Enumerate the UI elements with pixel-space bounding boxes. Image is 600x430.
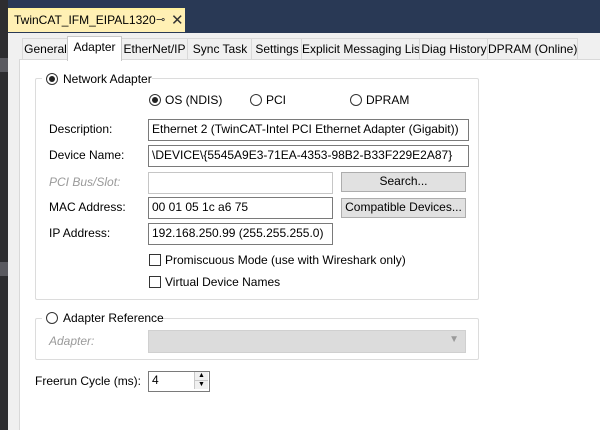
network-adapter-header: Network Adapter: [42, 71, 152, 87]
ide-strip-marker: [0, 58, 8, 72]
adapter-reference-header: Adapter Reference: [42, 310, 164, 326]
pin-icon[interactable]: ⊸: [156, 13, 165, 26]
stepper-buttons: ▲ ▼: [194, 372, 209, 389]
tab-ethernet-ip[interactable]: EtherNet/IP: [120, 38, 189, 60]
promiscuous-mode-label: Promiscuous Mode (use with Wireshark onl…: [165, 253, 406, 267]
compatible-devices-button[interactable]: Compatible Devices...: [341, 198, 466, 218]
network-adapter-label: Network Adapter: [63, 72, 152, 86]
pci-bus-slot-field[interactable]: [148, 172, 333, 194]
decrement-icon[interactable]: ▼: [195, 381, 208, 389]
device-name-label: Device Name:: [49, 148, 125, 162]
tab-general[interactable]: General: [22, 38, 69, 60]
virtual-device-names-checkbox[interactable]: [149, 276, 161, 288]
search-button[interactable]: Search...: [341, 172, 466, 192]
increment-icon[interactable]: ▲: [195, 372, 208, 381]
mac-address-field[interactable]: 00 01 05 1c a6 75: [148, 197, 333, 219]
ip-address-label: IP Address:: [49, 226, 111, 240]
adapter-label: Adapter:: [49, 334, 95, 348]
mode-pci-radio[interactable]: [250, 94, 262, 106]
adapter-reference-label: Adapter Reference: [63, 311, 164, 325]
adapter-select[interactable]: ▼: [148, 330, 466, 353]
description-field[interactable]: Ethernet 2 (TwinCAT-Intel PCI Ethernet A…: [148, 119, 469, 141]
ip-address-field[interactable]: 192.168.250.99 (255.255.255.0): [148, 223, 333, 245]
mode-os-ndis-label: OS (NDIS): [165, 93, 223, 107]
mode-pci-label: PCI: [266, 93, 287, 107]
promiscuous-mode-checkbox[interactable]: [149, 254, 161, 266]
ide-strip-marker: [0, 262, 8, 276]
adapter-reference-radio[interactable]: [46, 312, 58, 324]
tab-sync-task[interactable]: Sync Task: [187, 38, 253, 60]
pci-bus-slot-label: PCI Bus/Slot:: [49, 175, 121, 189]
mode-dpram-radio[interactable]: [350, 94, 362, 106]
tab-explicit-messaging-list[interactable]: Explicit Messaging List: [301, 38, 423, 60]
freerun-cycle-stepper[interactable]: 4 ▲ ▼: [148, 371, 210, 392]
device-name-field[interactable]: \DEVICE\{5545A9E3-71EA-4353-98B2-B33F229…: [148, 145, 469, 167]
chevron-down-icon: ▼: [449, 334, 459, 345]
virtual-device-names-label: Virtual Device Names: [165, 275, 281, 289]
document-tab[interactable]: TwinCAT_IFM_EIPAL1320 ⊸ ✕: [8, 8, 185, 32]
document-tab-title: TwinCAT_IFM_EIPAL1320: [14, 13, 156, 27]
close-icon[interactable]: ✕: [171, 11, 184, 29]
ide-left-strip: [0, 0, 8, 430]
description-label: Description:: [49, 122, 113, 136]
tab-dpram-online[interactable]: DPRAM (Online): [487, 38, 578, 60]
tab-settings[interactable]: Settings: [251, 38, 303, 60]
freerun-cycle-value[interactable]: 4: [152, 373, 159, 387]
mac-address-label: MAC Address:: [49, 200, 126, 214]
mode-os-ndis-radio[interactable]: [149, 94, 161, 106]
mode-dpram-label: DPRAM: [366, 93, 410, 107]
network-adapter-radio[interactable]: [46, 73, 58, 85]
freerun-cycle-label: Freerun Cycle (ms):: [35, 374, 142, 388]
tab-adapter[interactable]: Adapter: [67, 36, 122, 61]
tab-diag-history[interactable]: Diag History: [419, 38, 489, 60]
